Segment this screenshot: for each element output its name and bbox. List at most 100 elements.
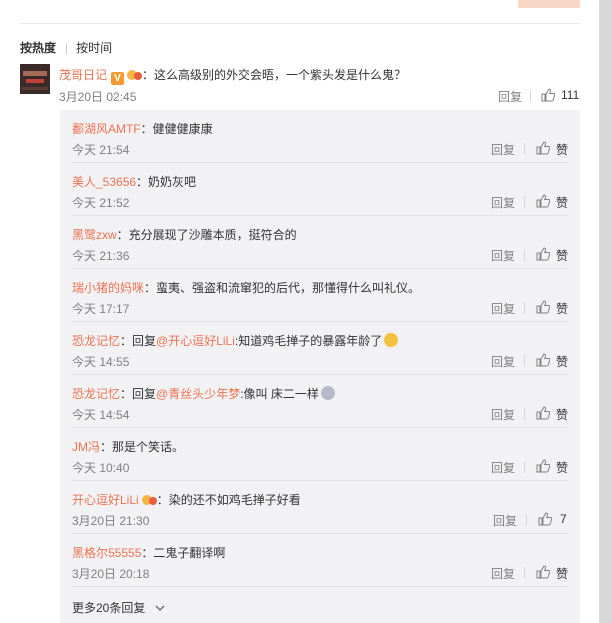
reply-button[interactable]: 回复 <box>491 406 515 423</box>
action-divider <box>524 567 525 579</box>
reply-button[interactable]: 回复 <box>491 565 515 582</box>
reply-item: 开心逗好LiLi ：染的还不如鸡毛掸子好看 3月20日 21:30 回复 7 <box>60 481 580 534</box>
like-count: 赞 <box>556 302 569 316</box>
reply-item: 鄱湖风AMTF：健健健康康 今天 21:54 回复 赞 <box>60 110 580 163</box>
reply-timestamp: 今天 21:54 <box>72 143 130 157</box>
fan-badge-icon <box>127 68 143 81</box>
username-link[interactable]: 黑鹭zxw <box>72 228 117 242</box>
like-count: 赞 <box>556 355 569 369</box>
reply-timestamp: 今天 10:40 <box>72 461 130 475</box>
reply-button[interactable]: 回复 <box>491 194 515 211</box>
reply-item: JM冯：那是个笑话。 今天 10:40 回复 赞 <box>60 428 580 481</box>
like-count: 111 <box>561 88 580 102</box>
reply-timestamp: 3月20日 21:30 <box>72 514 150 528</box>
fan-badge-icon <box>141 493 157 506</box>
comment-text: 这么高级别的外交会晤，一个紫头发是什么鬼？ <box>154 68 407 82</box>
action-divider <box>524 461 525 473</box>
reply-text: ：健健健康康 <box>140 122 213 136</box>
reply-item: 美人_53656：奶奶灰吧 今天 21:52 回复 赞 <box>60 163 580 216</box>
username-link[interactable]: 瑞小猪的妈咪 <box>72 281 144 295</box>
reply-text: ：那是个笑话。 <box>100 440 185 454</box>
reply-timestamp: 今天 21:52 <box>72 196 130 210</box>
reply-timestamp: 今天 14:54 <box>72 408 130 422</box>
action-divider <box>524 355 525 367</box>
thumbs-up-icon[interactable] <box>536 565 550 579</box>
reply-button[interactable]: 回复 <box>491 459 515 476</box>
reply-text: ：回复 <box>120 387 157 401</box>
reply-text: ：染的还不如鸡毛掸子好看 <box>156 493 301 507</box>
action-divider <box>524 408 525 420</box>
action-divider <box>524 302 525 314</box>
username-link[interactable]: 美人_53656 <box>72 175 136 189</box>
thumbs-up-icon[interactable] <box>536 353 550 367</box>
ghost-face-emoji-icon <box>320 386 335 400</box>
username-link[interactable]: 茂哥日记 <box>59 68 107 82</box>
reply-item: 黑格尔55555：二鬼子翻译啊 3月20日 20:18 回复 赞 <box>60 534 580 587</box>
thumbs-up-icon[interactable] <box>536 247 550 261</box>
username-link[interactable]: 恐龙记忆 <box>72 334 120 348</box>
avatar[interactable] <box>20 64 50 94</box>
reply-button[interactable]: 回复 <box>493 512 517 529</box>
thumbs-up-icon[interactable] <box>536 406 550 420</box>
action-divider <box>524 196 525 208</box>
shocked-face-emoji-icon <box>384 333 399 347</box>
reply-button[interactable]: 回复 <box>491 247 515 264</box>
action-divider <box>526 514 527 526</box>
reply-button[interactable]: 回复 <box>491 141 515 158</box>
thumbs-up-icon[interactable] <box>538 512 552 526</box>
chevron-down-icon <box>155 605 165 611</box>
action-divider <box>530 90 531 102</box>
reply-text-continued: :知道鸡毛掸子的暴露年龄了 <box>234 334 383 348</box>
reply-button[interactable]: 回复 <box>491 353 515 370</box>
colon: ： <box>142 68 155 82</box>
mention-link[interactable]: @青丝头少年梦 <box>156 387 240 401</box>
username-link[interactable]: 恐龙记忆 <box>72 387 120 401</box>
reply-text: ：蛮夷、强盗和流窜犯的后代，那懂得什么叫礼仪。 <box>144 281 421 295</box>
more-replies-label: 更多20条回复 <box>72 601 146 615</box>
reply-item: 恐龙记忆：回复@青丝头少年梦:像叫 床二一样 今天 14:54 回复 赞 <box>60 375 580 428</box>
comment-timestamp: 3月20日 02:45 <box>59 90 137 104</box>
reply-item: 瑞小猪的妈咪：蛮夷、强盗和流窜犯的后代，那懂得什么叫礼仪。 今天 17:17 回… <box>60 269 580 322</box>
reply-text: ：二鬼子翻译啊 <box>141 546 226 560</box>
verified-badge-icon: V <box>111 72 125 85</box>
thumbs-up-icon[interactable] <box>536 141 550 155</box>
reply-text: ：回复 <box>120 334 157 348</box>
reply-button[interactable]: 回复 <box>498 88 522 105</box>
top-action-button[interactable] <box>518 0 580 8</box>
like-count: 赞 <box>556 143 569 157</box>
tab-sort-by-time[interactable]: 按时间 <box>76 39 112 56</box>
thumbs-up-icon[interactable] <box>541 88 555 102</box>
like-count: 7 <box>560 512 567 526</box>
tab-separator: | <box>65 41 69 55</box>
divider <box>20 23 580 24</box>
reply-timestamp: 3月20日 20:18 <box>72 567 150 581</box>
tab-sort-by-hot[interactable]: 按热度 <box>20 39 56 56</box>
thumbs-up-icon[interactable] <box>536 459 550 473</box>
thumbs-up-icon[interactable] <box>536 194 550 208</box>
username-link[interactable]: 黑格尔55555 <box>72 546 141 560</box>
reply-text-continued: :像叫 床二一样 <box>240 387 319 401</box>
reply-timestamp: 今天 17:17 <box>72 302 130 316</box>
reply-text: ：奶奶灰吧 <box>136 175 197 189</box>
divider <box>72 586 568 587</box>
like-count: 赞 <box>556 461 569 475</box>
mention-link[interactable]: @开心逗好LiLi <box>156 334 235 348</box>
thumbs-up-icon[interactable] <box>536 300 550 314</box>
username-link[interactable]: 开心逗好LiLi <box>72 493 139 507</box>
reply-button[interactable]: 回复 <box>491 300 515 317</box>
like-count: 赞 <box>556 567 569 581</box>
action-divider <box>524 249 525 261</box>
reply-timestamp: 今天 14:55 <box>72 355 130 369</box>
reply-item: 黑鹭zxw：充分展现了沙雕本质，挺符合的 今天 21:36 回复 赞 <box>60 216 580 269</box>
more-replies-link[interactable]: 更多20条回复 <box>72 599 165 616</box>
reply-item: 恐龙记忆：回复@开心逗好LiLi:知道鸡毛掸子的暴露年龄了 今天 14:55 回… <box>60 322 580 375</box>
reply-timestamp: 今天 21:36 <box>72 249 130 263</box>
like-count: 赞 <box>556 408 569 422</box>
replies-panel: 鄱湖风AMTF：健健健康康 今天 21:54 回复 赞 美人_53656：奶奶灰… <box>60 110 580 623</box>
username-link[interactable]: 鄱湖风AMTF <box>72 122 141 136</box>
like-count: 赞 <box>556 196 569 210</box>
action-divider <box>524 143 525 155</box>
scrollbar[interactable] <box>599 0 612 623</box>
like-count: 赞 <box>556 249 569 263</box>
username-link[interactable]: JM冯 <box>72 440 100 454</box>
